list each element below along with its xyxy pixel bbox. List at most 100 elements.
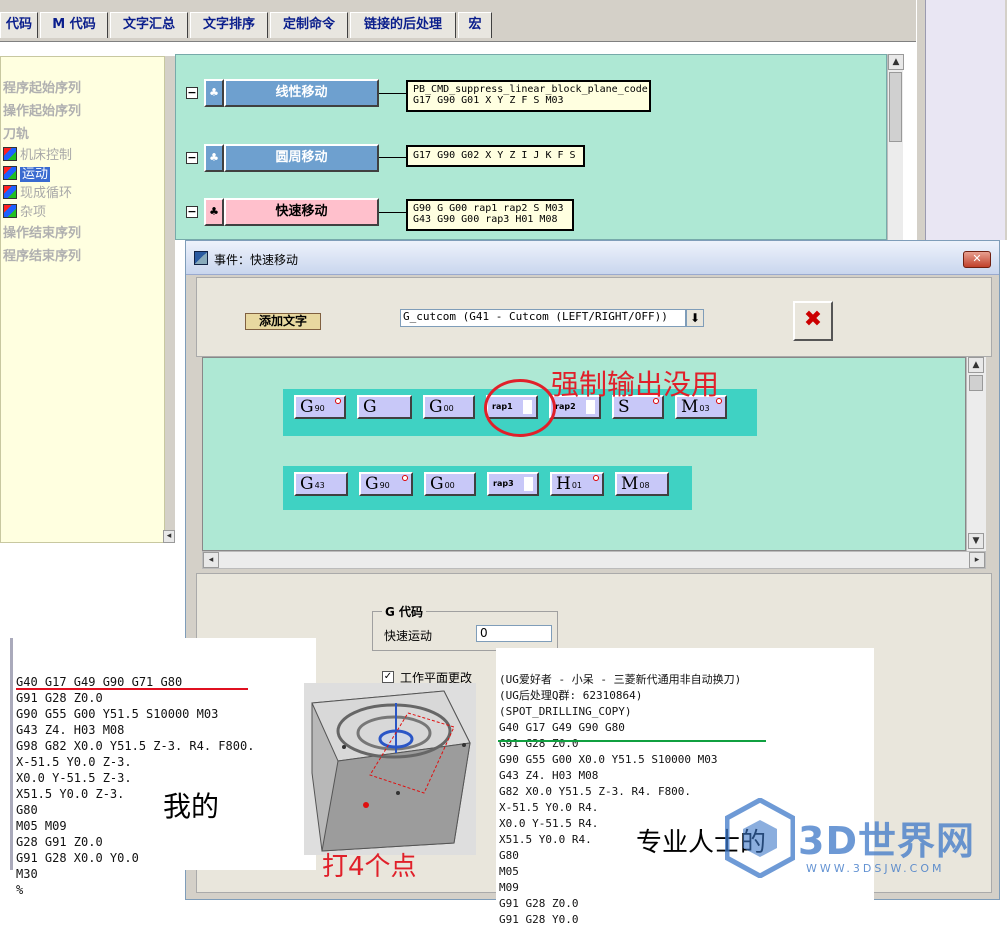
nc-code-line: (UG爱好者 - 小呆 - 三菱新代通用非自动换刀) — [499, 673, 742, 686]
address-letter: G — [300, 474, 314, 494]
address-value: 03 — [699, 404, 710, 413]
event-circular-move-button[interactable]: 圆周移动 — [224, 144, 379, 172]
nc-code-line: G43 Z4. H03 M08 — [16, 723, 125, 737]
address-letter: G — [300, 397, 314, 417]
address-letter: G — [363, 397, 377, 417]
tab-text-summary[interactable]: 文字汇总 — [110, 12, 188, 38]
tree-leaf-misc[interactable]: 杂项 — [3, 201, 46, 220]
nc-code-line: G91 G28 X0.0 Y0.0 — [16, 851, 139, 865]
red-circle-annotation — [484, 379, 556, 437]
g-code-group-title: G 代码 — [382, 603, 427, 620]
tree-scrollbar[interactable]: ◂ — [163, 56, 175, 543]
tree-leaf-motion[interactable]: 运动 — [3, 163, 51, 182]
slot-indicator — [524, 477, 533, 491]
address-select[interactable]: G_cutcom (G41 - Cutcom (LEFT/RIGHT/OFF)) — [400, 309, 686, 327]
nc-code-line: X0.0 Y-51.5 Z-3. — [16, 771, 132, 785]
word-address-g43[interactable]: G43 — [294, 472, 348, 496]
dropdown-arrow-icon[interactable]: ⬇ — [686, 309, 704, 327]
nc-code-line: M09 — [499, 881, 519, 894]
dialog-titlebar: 事件：快速移动 ✕ — [186, 241, 999, 275]
modal-indicator-icon — [335, 398, 341, 404]
tree-item-program-end[interactable]: 程序结束序列 — [3, 245, 81, 264]
scroll-thumb[interactable] — [889, 72, 902, 142]
cube-icon — [3, 147, 17, 161]
word-address-rap3[interactable]: rap3 — [487, 472, 539, 496]
tree-leaf-canned-cycle[interactable]: 现成循环 — [3, 182, 72, 201]
part-3d-model — [311, 690, 471, 852]
right-side-panel — [916, 0, 1007, 240]
close-icon[interactable]: ✕ — [963, 251, 991, 268]
edit-area-vscroll[interactable]: ▲ ▼ — [966, 357, 986, 551]
modal-indicator-icon — [402, 475, 408, 481]
collapse-circular-icon[interactable]: − — [186, 152, 198, 164]
tab-custom-command[interactable]: 定制命令 — [270, 12, 348, 38]
event-list-scrollbar[interactable]: ▲ — [887, 54, 904, 240]
tab-text-sort[interactable]: 文字排序 — [190, 12, 268, 38]
address-value: 43 — [314, 481, 325, 490]
tree-leaf-label: 现成循环 — [20, 186, 73, 201]
edit-area-hscroll[interactable]: ◂ ▸ — [202, 551, 986, 569]
event-tree: 程序起始序列 操作起始序列 刀轨 机床控制 运动 现成循环 杂项 操作结束序列 … — [0, 56, 165, 543]
nc-code-line: G90 G55 G00 X0.0 Y51.5 S10000 M03 — [499, 753, 718, 766]
label-mine: 我的 — [163, 790, 220, 823]
nc-code-line: X-51.5 Y0.0 Z-3. — [16, 755, 132, 769]
nc-code-line: G40 G17 G49 G90 G80 — [499, 721, 625, 734]
address-value: 90 — [379, 481, 390, 490]
nc-code-line: G43 Z4. H03 M08 — [499, 769, 599, 782]
add-text-button[interactable]: 添加文字 — [245, 313, 321, 330]
tree-leaf-machine-control[interactable]: 机床控制 — [3, 144, 72, 163]
green-underline — [498, 740, 766, 742]
event-rapid-code[interactable]: G90 G G00 rap1 rap2 S M03 G43 G90 G00 ra… — [406, 199, 574, 231]
event-circular-code[interactable]: G17 G90 G02 X Y Z I J K F S — [406, 145, 585, 167]
collapse-rapid-icon[interactable]: − — [186, 206, 198, 218]
scroll-thumb[interactable] — [969, 375, 983, 391]
dialog-title: 事件：快速移动 — [214, 253, 299, 267]
address-letter: M — [621, 474, 639, 494]
word-address-g00[interactable]: G00 — [423, 395, 475, 419]
tree-leaf-label: 杂项 — [20, 205, 47, 220]
address-letter: G — [429, 397, 443, 417]
event-icon-rapid: ♣ — [204, 198, 224, 226]
scroll-up-arrow[interactable]: ▲ — [968, 357, 984, 373]
scroll-up-arrow[interactable]: ▲ — [888, 54, 904, 70]
collapse-linear-icon[interactable]: − — [186, 87, 198, 99]
tree-item-program-start[interactable]: 程序起始序列 — [3, 77, 81, 96]
address-value: 01 — [571, 481, 583, 490]
word-address-m08[interactable]: M08 — [615, 472, 669, 496]
word-address-g00[interactable]: G00 — [424, 472, 476, 496]
cube-icon — [3, 204, 17, 218]
tree-item-toolpath[interactable]: 刀轨 — [3, 123, 29, 142]
event-linear-code[interactable]: PB_CMD_suppress_linear_block_plane_code … — [406, 80, 651, 112]
event-linear-move-button[interactable]: 线性移动 — [224, 79, 379, 107]
word-address-g90[interactable]: G90 — [294, 395, 346, 419]
red-underline — [16, 688, 248, 690]
address-letter: rap2 — [555, 402, 576, 411]
watermark-brand: 3D世界网 — [798, 819, 975, 863]
tab-linked-post[interactable]: 链接的后处理 — [350, 12, 456, 38]
address-letter: rap3 — [493, 479, 514, 488]
trash-delete-icon[interactable]: ✖ — [793, 301, 833, 341]
my-nc-listing: G40 G17 G49 G90 G71 G80 G91 G28 Z0.0 G90 G… — [10, 638, 316, 897]
scroll-left-arrow[interactable]: ◂ — [203, 552, 219, 568]
watermark-url: WWW.3DSJW.COM — [806, 862, 945, 875]
tab-m-code[interactable]: M 代码 — [40, 12, 108, 38]
tree-item-operation-start[interactable]: 操作起始序列 — [3, 100, 81, 119]
nc-code-line: G91 G28 Z0.0 — [16, 691, 103, 705]
rapid-motion-input[interactable]: 0 — [476, 625, 552, 642]
scroll-down-arrow[interactable]: ▼ — [968, 533, 984, 549]
tab-macro[interactable]: 宏 — [458, 12, 492, 38]
word-address-g90[interactable]: G90 — [359, 472, 413, 496]
word-address-g[interactable]: G — [357, 395, 412, 419]
nc-code-line: % — [16, 883, 24, 897]
cube-icon — [3, 166, 17, 180]
tab-code[interactable]: 代码 — [0, 12, 38, 38]
part-image — [304, 683, 476, 855]
tree-scroll-left[interactable]: ◂ — [163, 530, 175, 543]
work-plane-checkbox[interactable]: ✓ — [382, 671, 394, 683]
event-rapid-move-button[interactable]: 快速移动 — [224, 198, 379, 226]
scroll-right-arrow[interactable]: ▸ — [969, 552, 985, 568]
address-value: 00 — [443, 404, 454, 413]
rapid-motion-label: 快速运动 — [384, 629, 433, 643]
word-address-h01[interactable]: H01 — [550, 472, 604, 496]
tree-item-operation-end[interactable]: 操作结束序列 — [3, 222, 81, 241]
